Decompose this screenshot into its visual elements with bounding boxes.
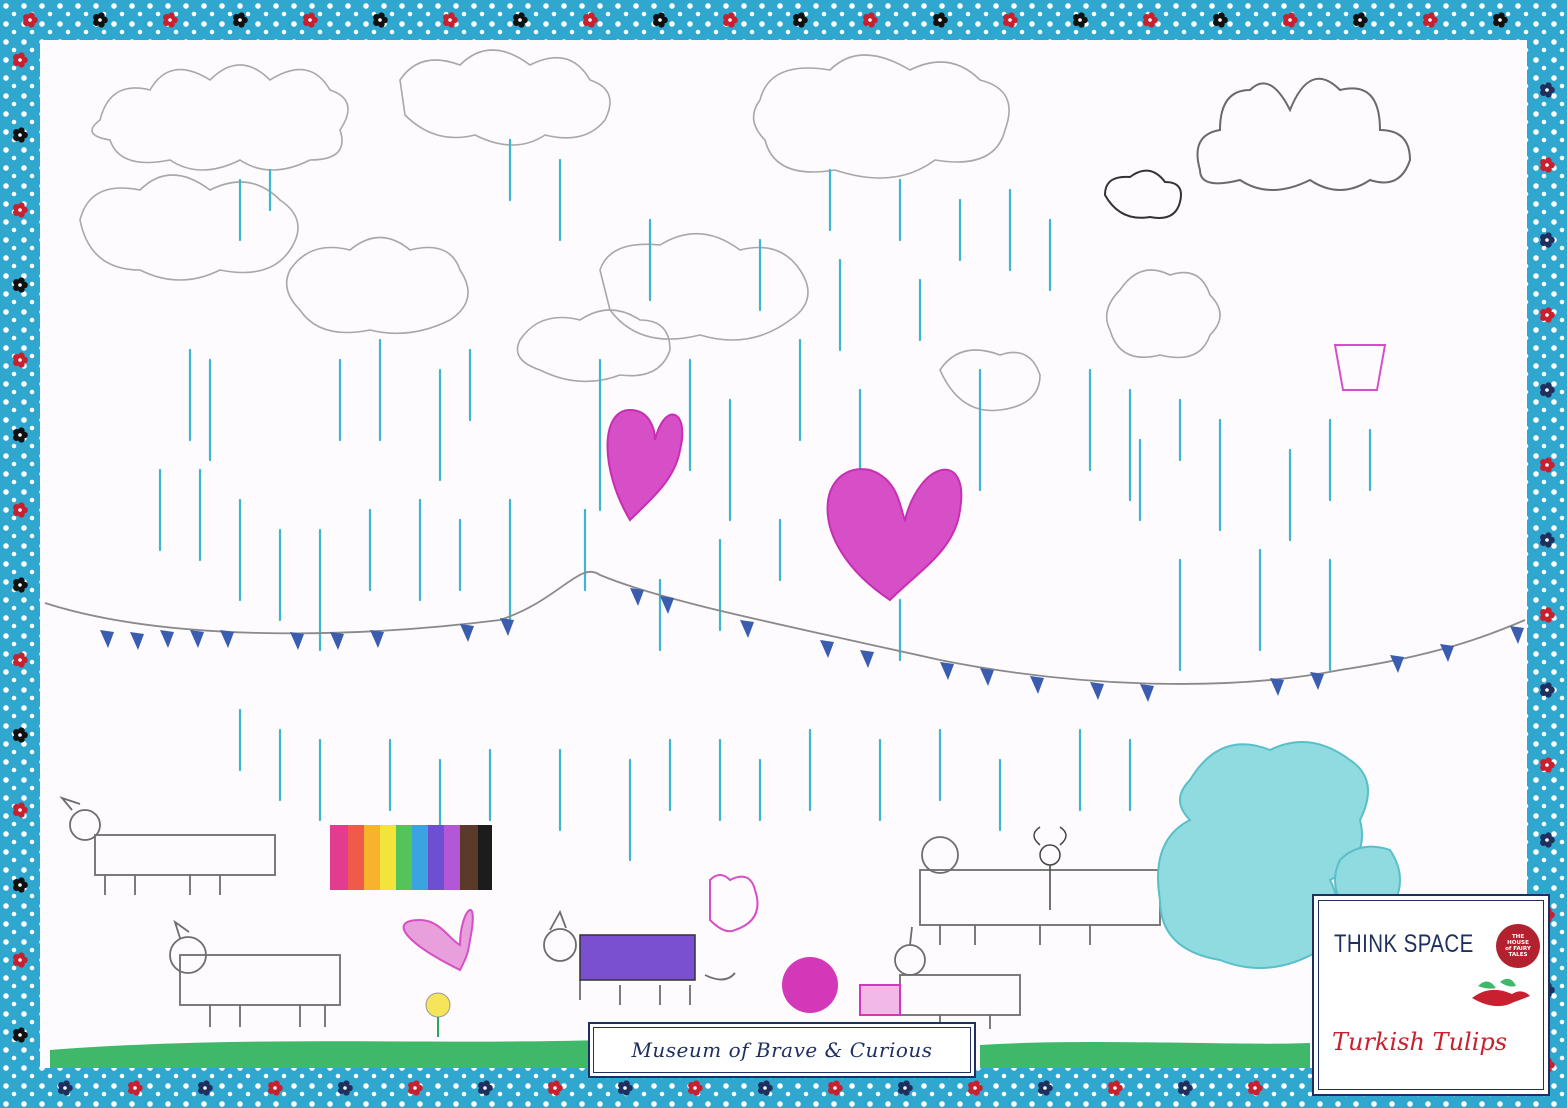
border-flower-icon [443, 12, 458, 28]
border-flower-icon [1003, 12, 1018, 28]
border-flower-icon [1540, 382, 1555, 398]
museum-label: Museum of Brave & Curious [588, 1022, 976, 1078]
border-flower-icon [13, 802, 28, 818]
border-flower-icon [338, 1080, 353, 1096]
yarn-ball-icon [782, 957, 838, 1013]
border-flower-icon [583, 12, 598, 28]
border-flower-icon [653, 12, 668, 28]
border-flower-icon [1540, 682, 1555, 698]
border-flower-icon [723, 12, 738, 28]
border-flower-icon [13, 877, 28, 893]
border-flower-icon [1423, 12, 1438, 28]
border-flower-icon [758, 1080, 773, 1096]
flower-icon [425, 992, 451, 1037]
border-flower-icon [1213, 12, 1228, 28]
border-flower-icon [233, 12, 248, 28]
bunting-icon [44, 570, 1526, 702]
border-flower-icon [13, 352, 28, 368]
border-flower-icon [198, 1080, 213, 1096]
border-flower-icon [478, 1080, 493, 1096]
drawing-paper [40, 40, 1527, 1068]
border-flower-icon [93, 12, 108, 28]
border-flower-icon [1178, 1080, 1193, 1096]
heart-icon [606, 408, 963, 602]
border-flower-icon [1540, 757, 1555, 773]
border-flower-icon [13, 652, 28, 668]
border-flower-icon [1073, 12, 1088, 28]
border-flower-icon [688, 1080, 703, 1096]
border-flower-icon [163, 12, 178, 28]
unicorn-icon [59, 796, 1161, 1029]
border-flower-icon [618, 1080, 633, 1096]
border-flower-icon [23, 12, 38, 28]
border-flower-icon [1540, 532, 1555, 548]
border-flower-icon [968, 1080, 983, 1096]
border-flower-icon [1108, 1080, 1123, 1096]
border-flower-icon [898, 1080, 913, 1096]
border-flower-icon [1540, 307, 1555, 323]
border-flower-icon [1540, 82, 1555, 98]
border-flower-icon [268, 1080, 283, 1096]
border-flower-icon [513, 12, 528, 28]
border-flower-icon [408, 1080, 423, 1096]
border-flower-icon [863, 12, 878, 28]
border-flower-icon [13, 127, 28, 143]
border-flower-icon [13, 427, 28, 443]
border-flower-icon [933, 12, 948, 28]
museum-label-text: Museum of Brave & Curious [631, 1038, 933, 1062]
flower-icon [1033, 826, 1067, 910]
border-flower-icon [1540, 832, 1555, 848]
present-icon [859, 984, 901, 1016]
brand-title: THINK SPACE [1334, 930, 1474, 958]
border-flower-icon [13, 727, 28, 743]
border-flower-icon [1540, 157, 1555, 173]
artwork-page: Museum of Brave & Curious THINK SPACE TH… [0, 0, 1567, 1108]
border-flower-icon [1248, 1080, 1263, 1096]
border-flower-icon [13, 202, 28, 218]
border-flower-icon [793, 12, 808, 28]
border-flower-icon [13, 952, 28, 968]
rainbow-icon [330, 825, 492, 890]
border-flower-icon [828, 1080, 843, 1096]
border-flower-icon [1540, 607, 1555, 623]
border-flower-icon [58, 1080, 73, 1096]
border-flower-icon [1143, 12, 1158, 28]
border-flower-icon [373, 12, 388, 28]
border-flower-icon [13, 1027, 28, 1043]
border-flower-icon [128, 1080, 143, 1096]
border-flower-icon [1353, 12, 1368, 28]
cloud-icon [1103, 77, 1412, 219]
unicorn-body-purple [579, 934, 696, 981]
border-flower-icon [1038, 1080, 1053, 1096]
border-flower-icon [548, 1080, 563, 1096]
border-flower-icon [303, 12, 318, 28]
border-flower-icon [13, 277, 28, 293]
brand-subtitle: Turkish Tulips [1332, 1028, 1508, 1056]
bird-logo-icon [1472, 978, 1530, 1007]
border-flower-icon [1493, 12, 1508, 28]
border-flower-icon [1283, 12, 1298, 28]
border-flower-icon [13, 502, 28, 518]
border-flower-icon [13, 52, 28, 68]
border-flower-icon [1540, 457, 1555, 473]
house-of-fairy-tales-logo: THE HOUSE of FAIRY TALES [1496, 924, 1540, 968]
brand-box: THINK SPACE THE HOUSE of FAIRY TALES Tur… [1312, 894, 1550, 1096]
child-drawing [44, 49, 1526, 1068]
border-flower-icon [1540, 232, 1555, 248]
border-flower-icon [13, 577, 28, 593]
